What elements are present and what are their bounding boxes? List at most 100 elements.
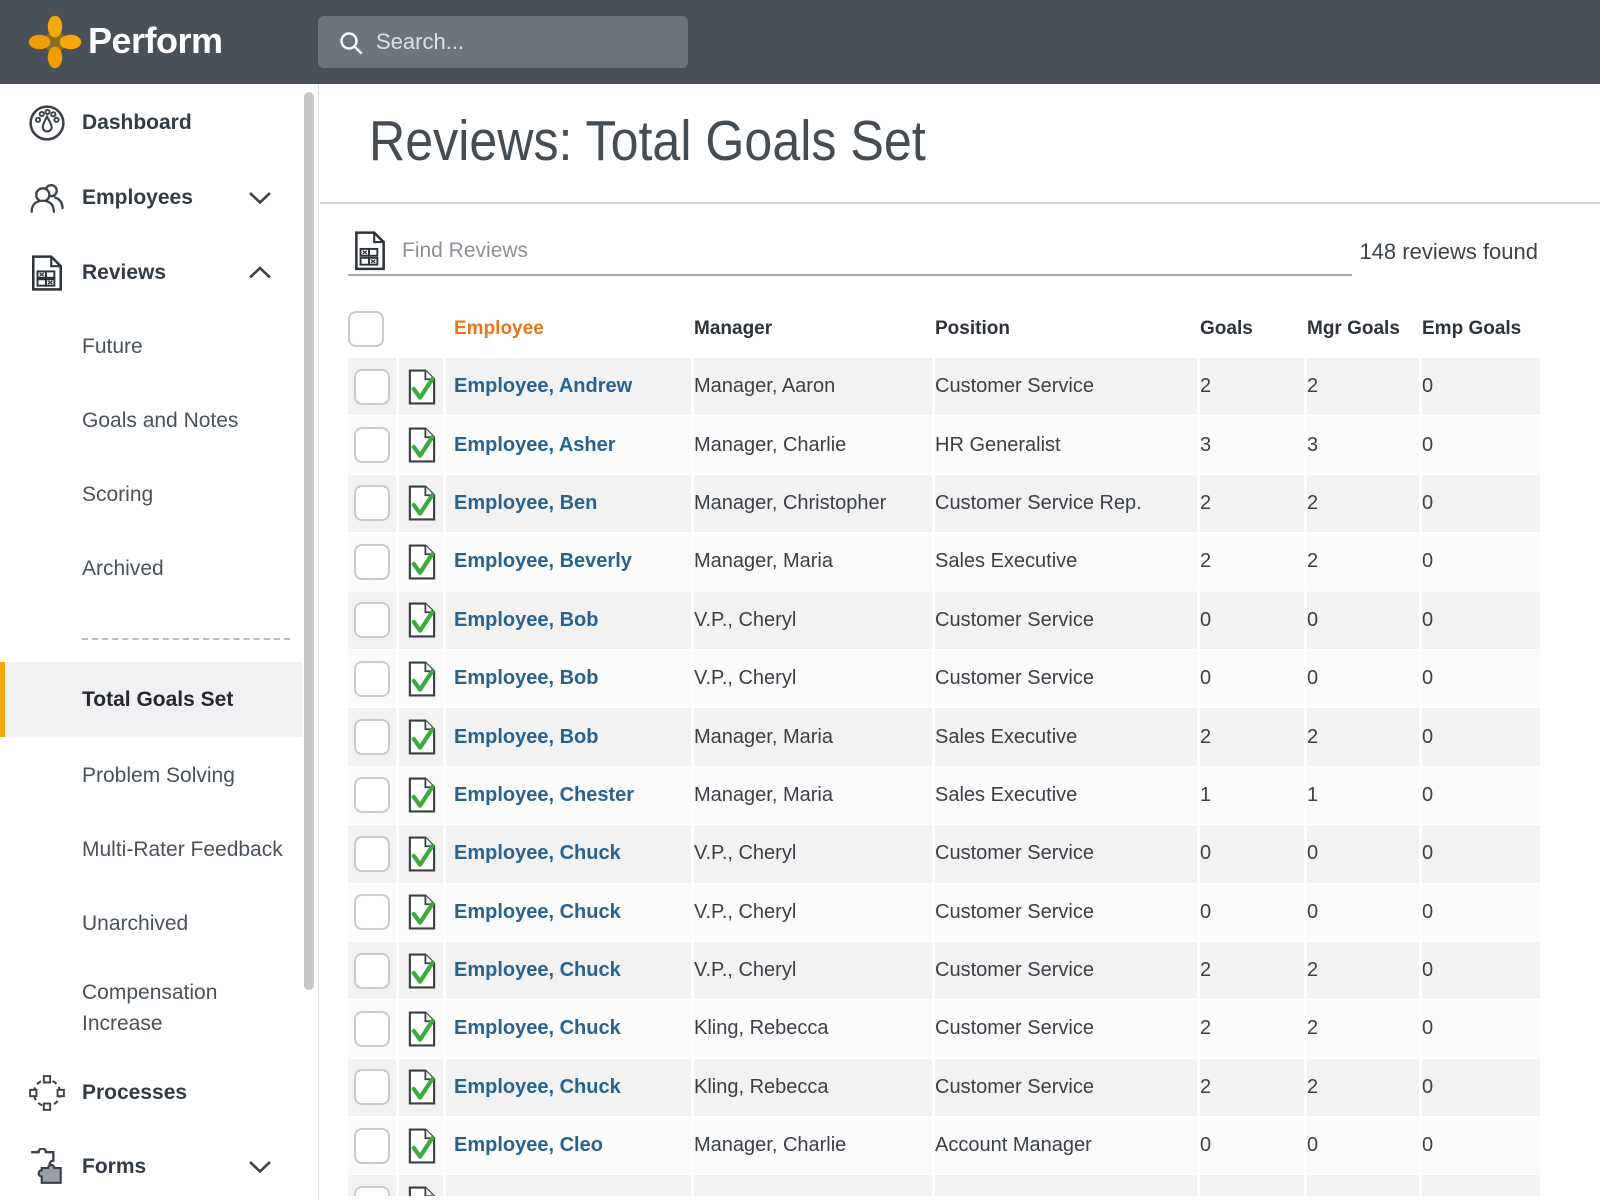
column-header-emp-goals[interactable]: Emp Goals <box>1422 318 1540 340</box>
manager-cell: Kling, Rebecca <box>694 1058 932 1117</box>
search-input[interactable] <box>376 16 676 68</box>
sidebar-item-multi-rater-feedback[interactable]: Multi-Rater Feedback <box>0 813 302 887</box>
position-cell: Customer Service <box>935 358 1197 416</box>
goals-cell: 0 <box>1200 649 1304 708</box>
emp-goals-cell: 0 <box>1422 708 1540 766</box>
sidebar-item-label: Reviews <box>82 260 167 284</box>
row-checkbox[interactable] <box>354 835 390 872</box>
table-row: Employee, Ben Manager, Christopher Custo… <box>348 474 1540 534</box>
row-checkbox[interactable] <box>354 1127 390 1164</box>
employee-link[interactable]: Employee, Chester <box>446 766 691 825</box>
employee-link[interactable]: Employee, Beverly <box>446 533 691 591</box>
chevron-down-icon <box>249 191 271 204</box>
sidebar-item-label: Future <box>82 335 143 358</box>
sidebar-item-reviews[interactable]: Reviews <box>0 235 302 310</box>
sidebar-item-label: Problem Solving <box>82 764 235 787</box>
row-checkbox[interactable] <box>354 660 390 697</box>
review-complete-icon <box>408 777 435 813</box>
sidebar-item-compensation-increase[interactable]: Compensation Increase <box>0 961 302 1056</box>
brand-name: Perform <box>88 20 223 61</box>
sidebar-item-label: Forms <box>82 1155 147 1178</box>
employee-link[interactable]: Employee, Bob <box>446 591 691 649</box>
manager-cell: V.P., Cheryl <box>694 591 932 649</box>
mgr-goals-cell: 2 <box>1307 1000 1419 1058</box>
sidebar-item-employees[interactable]: Employees <box>0 160 302 235</box>
column-header-position[interactable]: Position <box>935 318 1197 340</box>
employee-link[interactable]: Employee, Chuck <box>446 825 691 883</box>
manager-cell: Manager, Christopher <box>694 474 932 533</box>
row-checkbox[interactable] <box>354 368 390 405</box>
sidebar-item-forms[interactable]: Forms <box>0 1130 302 1200</box>
employee-link[interactable]: Employee, Bob <box>446 708 691 766</box>
employee-link[interactable]: Employee, Andrew <box>446 358 691 416</box>
row-checkbox[interactable] <box>354 602 390 639</box>
reviews-document-icon <box>32 254 62 291</box>
sidebar-item-label: Multi-Rater Feedback <box>82 838 283 861</box>
mgr-goals-cell <box>1307 1175 1419 1196</box>
select-all-checkbox[interactable] <box>348 311 384 347</box>
row-checkbox[interactable] <box>354 427 390 464</box>
row-checkbox[interactable] <box>354 1069 390 1106</box>
row-checkbox[interactable] <box>354 485 390 522</box>
employee-link[interactable]: Employee, Chuck <box>446 1000 691 1058</box>
table-row: Employee, Chuck V.P., Cheryl Customer Se… <box>348 883 1540 942</box>
table-row: Employee, Chester Manager, Maria Sales E… <box>348 766 1540 826</box>
table-row: Employee, Chuck V.P., Cheryl Customer Se… <box>348 825 1540 884</box>
sidebar-item-archived[interactable]: Archived <box>0 532 302 606</box>
table-row: Employee, Bob V.P., Cheryl Customer Serv… <box>348 649 1540 709</box>
goals-cell: 1 <box>1200 766 1304 825</box>
emp-goals-cell: 0 <box>1422 649 1540 708</box>
employee-link[interactable]: Employee, Chuck <box>446 941 691 1000</box>
sidebar-item-scoring[interactable]: Scoring <box>0 458 302 532</box>
column-header-employee[interactable]: Employee <box>446 318 691 340</box>
row-checkbox[interactable] <box>354 1186 390 1196</box>
goals-cell: 2 <box>1200 1058 1304 1117</box>
mgr-goals-cell: 2 <box>1307 1058 1419 1117</box>
row-checkbox[interactable] <box>354 894 390 931</box>
employee-link[interactable]: Employee, Chuck <box>446 883 691 941</box>
sidebar-item-processes[interactable]: Processes <box>0 1056 302 1130</box>
goals-cell: 0 <box>1200 825 1304 883</box>
row-checkbox[interactable] <box>354 1010 390 1047</box>
sidebar-scrollbar[interactable] <box>304 92 314 990</box>
row-checkbox[interactable] <box>354 777 390 814</box>
goals-cell: 2 <box>1200 358 1304 416</box>
position-cell: Account Manager <box>935 1117 1197 1175</box>
sidebar-item-goals-and-notes[interactable]: Goals and Notes <box>0 384 302 458</box>
find-reviews-input[interactable] <box>348 228 1352 276</box>
column-header-mgr-goals[interactable]: Mgr Goals <box>1307 318 1419 340</box>
sidebar-item-total-goals-set[interactable]: Total Goals Set <box>0 662 302 737</box>
table-row: Employee, Cleo Manager, Charlie Account … <box>348 1117 1540 1176</box>
position-cell: Customer Service <box>935 649 1197 708</box>
sidebar-item-dashboard[interactable]: Dashboard <box>0 85 302 160</box>
position-cell: Sales Executive <box>935 708 1197 766</box>
chevron-up-icon <box>249 265 271 278</box>
employee-link[interactable]: Employee, Chuck <box>446 1058 691 1117</box>
sidebar-item-label: Total Goals Set <box>82 687 234 711</box>
goals-cell: 2 <box>1200 1000 1304 1058</box>
column-header-goals[interactable]: Goals <box>1200 318 1304 340</box>
mgr-goals-cell: 0 <box>1307 825 1419 883</box>
review-complete-icon <box>408 894 435 930</box>
table-row: Employee, Andrew Manager, Aaron Customer… <box>348 358 1540 417</box>
review-complete-icon <box>408 544 435 580</box>
review-complete-icon <box>408 1186 435 1196</box>
employee-link[interactable]: Employee, Cleo <box>446 1117 691 1175</box>
position-cell: Sales Executive <box>935 533 1197 591</box>
mgr-goals-cell: 0 <box>1307 649 1419 708</box>
row-checkbox[interactable] <box>354 719 390 756</box>
sidebar-item-problem-solving[interactable]: Problem Solving <box>0 739 302 813</box>
position-cell <box>935 1175 1197 1196</box>
sidebar-item-future[interactable]: Future <box>0 310 302 384</box>
sidebar-item-unarchived[interactable]: Unarchived <box>0 887 302 961</box>
row-checkbox[interactable] <box>354 543 390 580</box>
app-window: Perform Dashboard <box>0 0 1600 1200</box>
employee-link[interactable]: Employee, Bob <box>446 649 691 708</box>
row-checkbox[interactable] <box>354 952 390 989</box>
employee-link[interactable] <box>446 1175 691 1196</box>
employee-link[interactable]: Employee, Ben <box>446 474 691 533</box>
column-header-manager[interactable]: Manager <box>694 318 932 340</box>
manager-cell: Manager, Aaron <box>694 358 932 416</box>
sidebar-item-label: Archived <box>82 557 164 580</box>
employee-link[interactable]: Employee, Asher <box>446 416 691 474</box>
